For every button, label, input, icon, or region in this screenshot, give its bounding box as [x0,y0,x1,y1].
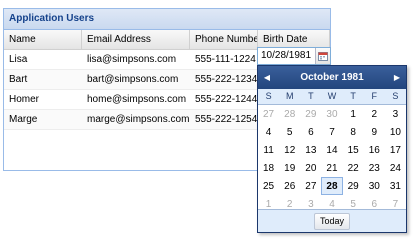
day-cell[interactable]: 28 [321,177,343,195]
cell-phone[interactable]: 555-222-1234 [190,70,258,89]
weekday-header: SMTWTFS [258,89,406,105]
day-cell[interactable]: 25 [258,177,279,195]
day-cell[interactable]: 12 [279,141,300,159]
calendar-icon [318,52,328,61]
cell-name[interactable]: Marge [4,110,82,129]
cell-phone[interactable]: 555-222-1254 [190,110,258,129]
triangle-right-icon: ▶ [393,73,401,82]
day-cell[interactable]: 27 [258,105,279,123]
day-cell[interactable]: 28 [279,105,300,123]
cell-name[interactable]: Lisa [4,50,82,69]
day-grid: 27 28 29 30 1 2 3 4 5 6 7 8 9 10 11 12 13 14 15 16 17 18 19 20 2… [258,105,406,213]
column-header-email[interactable]: Email Address [82,30,190,49]
panel-title: Application Users [4,9,330,30]
weekday-label: S [265,91,272,101]
day-cell[interactable]: 22 [343,159,364,177]
day-cell[interactable]: 14 [321,141,342,159]
day-cell[interactable]: 21 [321,159,342,177]
birth-date-editor[interactable]: 10/28/1981 [257,47,331,65]
day-cell[interactable]: 3 [385,105,406,123]
weekday-label: M [285,91,294,101]
cell-email[interactable]: bart@simpsons.com [82,70,190,89]
day-cell[interactable]: 17 [385,141,406,159]
day-cell[interactable]: 13 [300,141,321,159]
weekday-label: T [350,91,356,101]
cell-email[interactable]: home@simpsons.com [82,90,190,109]
cell-email[interactable]: marge@simpsons.com [82,110,190,129]
day-cell[interactable]: 26 [279,177,300,195]
weekday-label: T [308,91,314,101]
weekday-label: F [371,91,378,101]
cell-phone[interactable]: 555-222-1244 [190,90,258,109]
date-trigger-button[interactable] [315,48,330,64]
day-cell[interactable]: 29 [300,105,321,123]
day-cell[interactable]: 4 [258,123,279,141]
date-picker-footer: Today [258,209,406,232]
cell-name[interactable]: Bart [4,70,82,89]
month-label[interactable]: October 1981 [276,72,388,83]
day-cell[interactable]: 1 [343,105,364,123]
day-cell[interactable]: 2 [364,105,385,123]
day-cell[interactable]: 24 [385,159,406,177]
weekday-label: S [392,91,399,101]
day-cell[interactable]: 18 [258,159,279,177]
day-cell[interactable]: 5 [279,123,300,141]
day-cell[interactable]: 30 [321,105,342,123]
day-cell[interactable]: 27 [300,177,321,195]
prev-month-button[interactable]: ◀ [258,73,276,82]
triangle-left-icon: ◀ [263,73,271,82]
birth-date-input[interactable]: 10/28/1981 [258,48,315,64]
day-cell[interactable]: 15 [343,141,364,159]
day-cell[interactable]: 31 [385,177,406,195]
day-cell[interactable]: 11 [258,141,279,159]
cell-name[interactable]: Homer [4,90,82,109]
day-cell[interactable]: 20 [300,159,321,177]
cell-phone[interactable]: 555-111-1224 [190,50,258,69]
column-header-phone[interactable]: Phone Number [190,30,258,49]
day-cell[interactable]: 7 [321,123,342,141]
day-cell[interactable]: 16 [364,141,385,159]
weekday-label: W [327,91,337,101]
next-month-button[interactable]: ▶ [388,73,406,82]
column-header-name[interactable]: Name [4,30,82,49]
cell-email[interactable]: lisa@simpsons.com [82,50,190,69]
day-cell[interactable]: 9 [364,123,385,141]
day-cell[interactable]: 19 [279,159,300,177]
date-picker-header: ◀ October 1981 ▶ [258,66,406,89]
date-picker: ◀ October 1981 ▶ SMTWTFS 27 28 29 30 1 2 3 4 5 6 7… [257,65,407,233]
day-cell[interactable]: 10 [385,123,406,141]
day-cell[interactable]: 6 [300,123,321,141]
today-button[interactable]: Today [313,212,351,230]
day-cell[interactable]: 8 [343,123,364,141]
day-cell[interactable]: 30 [364,177,385,195]
day-cell[interactable]: 29 [343,177,364,195]
day-cell[interactable]: 23 [364,159,385,177]
